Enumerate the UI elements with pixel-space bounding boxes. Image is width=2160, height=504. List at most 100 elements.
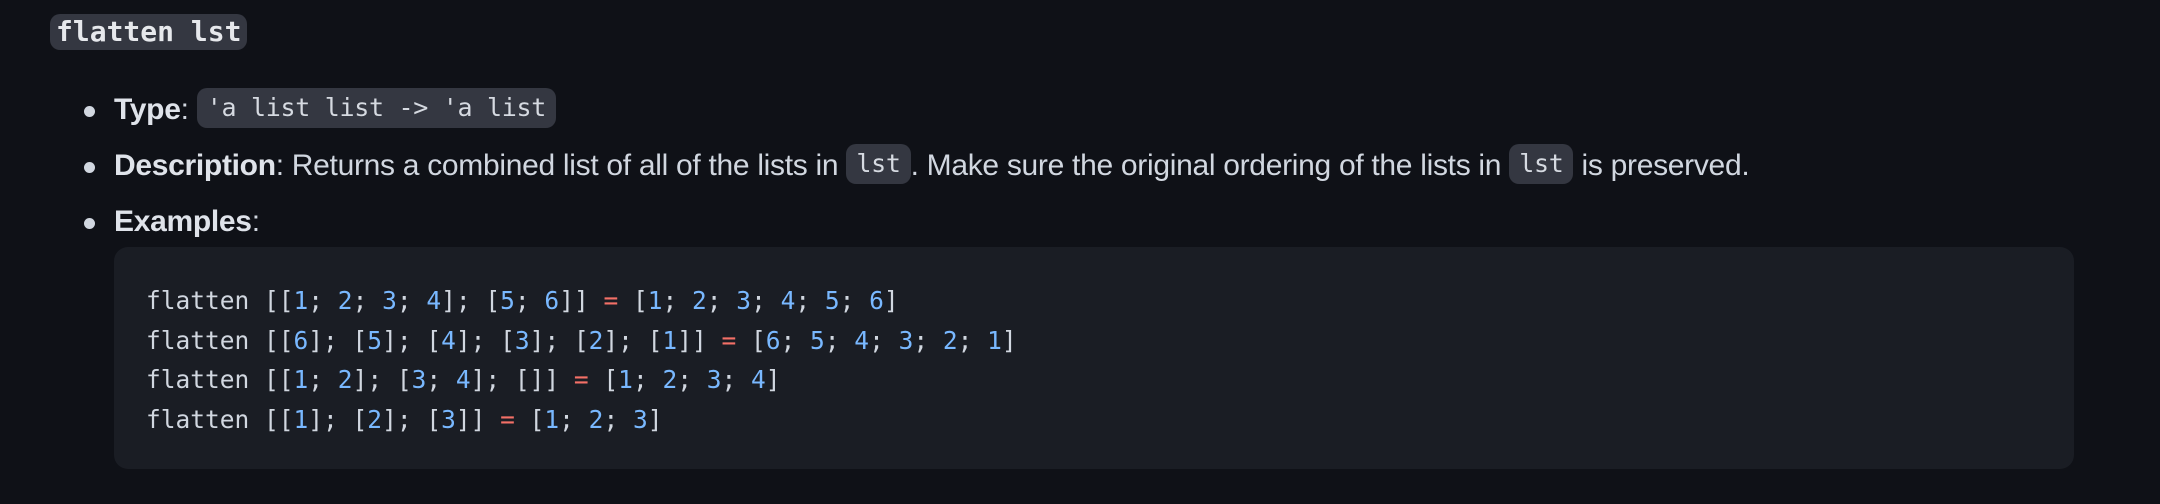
code-text-token: ; — [514, 286, 545, 315]
code-text-token: flatten [[ — [146, 365, 294, 394]
code-number-token: 1 — [618, 365, 633, 394]
code-number-token: 2 — [662, 365, 678, 394]
code-number-token: 2 — [337, 286, 353, 315]
examples-colon: : — [251, 205, 260, 238]
code-text-token: ; — [795, 286, 825, 315]
code-equals-token: = — [721, 325, 737, 355]
code-number-token: 4 — [751, 365, 766, 394]
code-text-token: ; — [308, 286, 338, 315]
code-text-token: ; — [780, 325, 811, 355]
code-number-token: 1 — [647, 286, 663, 315]
code-number-token: 5 — [824, 286, 840, 315]
code-number-token: 1 — [293, 365, 309, 394]
code-line: flatten [[6]; [5]; [4]; [3]; [2]; [1]] =… — [146, 321, 2074, 361]
code-number-token: 3 — [411, 365, 427, 394]
lst-inline-code-1: lst — [846, 144, 911, 185]
code-number-token: 2 — [367, 404, 383, 434]
description-text-2: . Make sure the original ordering of the… — [910, 149, 1510, 182]
code-line: flatten [[1; 2; 3; 4]; [5; 6]] = [1; 2; … — [146, 281, 2074, 321]
code-number-token: 6 — [544, 286, 560, 315]
code-number-token: 6 — [765, 325, 781, 355]
code-equals-token: = — [500, 404, 515, 434]
description-text-1: : Returns a combined list of all of the … — [275, 149, 847, 182]
examples-code-block: flatten [[1; 2; 3; 4]; [5; 6]] = [1; 2; … — [114, 247, 2074, 469]
function-properties-list: Type: 'a list list -> 'a list Descriptio… — [80, 88, 2080, 256]
code-equals-token: = — [603, 286, 619, 315]
code-number-token: 3 — [514, 325, 530, 355]
code-number-token: 4 — [854, 325, 870, 355]
code-number-token: 3 — [898, 325, 914, 355]
code-text-token: ] — [647, 404, 663, 434]
type-colon: : — [180, 93, 189, 126]
code-number-token: 4 — [441, 325, 456, 355]
code-number-token: 4 — [780, 286, 796, 315]
code-number-token: 1 — [662, 325, 678, 355]
code-text-token: ] — [883, 286, 899, 315]
code-number-token: 1 — [544, 404, 560, 434]
examples-label: Examples — [114, 205, 252, 238]
code-text-token: ; — [352, 286, 383, 315]
code-number-token: 3 — [441, 404, 456, 434]
code-text-token: ]; [ — [308, 404, 368, 434]
code-number-token: 2 — [337, 365, 353, 394]
code-text-token: ; — [869, 325, 899, 355]
code-text-token: ]; [ — [455, 325, 515, 355]
code-number-token: 4 — [455, 365, 471, 394]
code-text-token: ; — [751, 286, 781, 315]
code-text-token: ]; [ — [382, 325, 442, 355]
code-equals-token: = — [573, 365, 589, 394]
code-text-token: flatten [[ — [146, 404, 294, 434]
code-text-token: [ — [514, 404, 545, 434]
code-number-token: 4 — [426, 286, 442, 315]
function-heading: flatten lst — [50, 14, 248, 50]
code-number-token: 1 — [293, 286, 309, 315]
code-text-token: ; — [603, 404, 633, 434]
code-text-token: ] — [1001, 325, 1017, 355]
type-signature-code: 'a list list -> 'a list — [196, 88, 556, 129]
code-text-token: ; — [632, 365, 663, 394]
type-item: Type: 'a list list -> 'a list — [80, 88, 2080, 132]
code-text-token: ; — [308, 365, 338, 394]
code-text-token: flatten [[ — [146, 325, 294, 355]
type-label: Type — [114, 93, 181, 126]
code-text-token: [ — [588, 365, 619, 394]
code-text-token: ]; [ — [529, 325, 589, 355]
code-text-token: ]; [ — [603, 325, 663, 355]
code-text-token: ; — [677, 365, 707, 394]
code-text-token: ]; [ — [352, 365, 412, 394]
code-text-token: ]; [ — [441, 286, 501, 315]
code-number-token: 5 — [810, 325, 825, 355]
code-text-token: flatten [[ — [146, 286, 294, 315]
code-number-token: 3 — [706, 365, 722, 394]
description-text-3: is preserved. — [1573, 149, 1750, 182]
code-number-token: 6 — [293, 325, 309, 355]
examples-item: Examples: — [80, 200, 2080, 244]
code-text-token: ] — [765, 365, 781, 394]
code-text-token: ; — [824, 325, 855, 355]
code-number-token: 5 — [500, 286, 515, 315]
code-text-token: ]; [ — [308, 325, 368, 355]
code-number-token: 2 — [588, 325, 604, 355]
code-text-token: ]] — [455, 404, 501, 434]
code-text-token: ; — [721, 365, 752, 394]
code-text-token: ; — [957, 325, 988, 355]
code-number-token: 5 — [367, 325, 383, 355]
code-number-token: 1 — [293, 404, 309, 434]
description-item: Description: Returns a combined list of … — [80, 144, 2080, 188]
code-text-token: ; — [396, 286, 427, 315]
code-number-token: 3 — [382, 286, 397, 315]
lst-inline-code-2: lst — [1509, 144, 1574, 185]
code-line: flatten [[1]; [2]; [3]] = [1; 2; 3] — [146, 400, 2074, 440]
code-number-token: 2 — [588, 404, 604, 434]
code-text-token: ]] — [677, 325, 722, 355]
code-text-token: ; — [913, 325, 943, 355]
code-text-token: [ — [736, 325, 766, 355]
code-text-token: ; — [706, 286, 737, 315]
code-text-token: ]] — [559, 286, 604, 315]
code-text-token: ; — [839, 286, 870, 315]
code-line: flatten [[1; 2]; [3; 4]; []] = [1; 2; 3;… — [146, 360, 2074, 400]
code-text-token: ]; [ — [382, 404, 442, 434]
code-number-token: 2 — [692, 286, 707, 315]
code-number-token: 6 — [869, 286, 884, 315]
code-text-token: ]; []] — [470, 365, 574, 394]
